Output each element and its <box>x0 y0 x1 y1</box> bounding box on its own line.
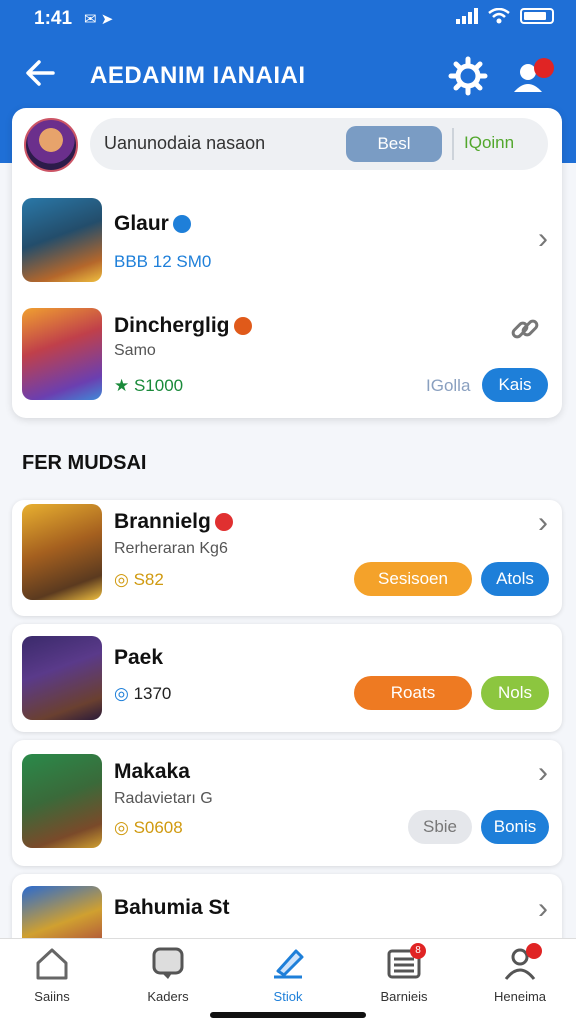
list-icon: 8 <box>384 943 426 981</box>
section-title: FER MUDSAI <box>22 452 147 474</box>
nav-item-list[interactable]: 8 Barnieis <box>356 943 452 1011</box>
game-icon <box>22 636 102 720</box>
battery-icon <box>520 8 554 24</box>
settings-button[interactable] <box>448 56 488 96</box>
wifi-icon <box>488 8 510 24</box>
app-name: Bahumia St <box>114 896 230 919</box>
app-name: Glaur <box>114 212 191 236</box>
app-meta: ★ S1000 <box>114 376 184 395</box>
nav-label: Saiins <box>34 989 70 1004</box>
nav-label: Barnieis <box>380 989 428 1004</box>
chevron-right-icon[interactable]: › <box>538 506 548 540</box>
action-button[interactable]: Kais <box>482 368 548 402</box>
home-indicator <box>210 1012 366 1018</box>
app-name: Dincherglig <box>114 314 252 338</box>
nav-label: Heneima <box>493 989 547 1004</box>
user-alert-icon <box>514 58 554 92</box>
featured-card: Uanunodaia nasaon Besl IQoinn Glaur BBB … <box>12 108 562 418</box>
app-meta: ◎ S0608 <box>114 818 183 837</box>
avatar[interactable] <box>24 118 78 172</box>
arrow-left-icon <box>26 60 55 86</box>
game-icon <box>22 504 102 600</box>
chat-icon <box>148 945 188 981</box>
pencil-icon <box>268 945 308 981</box>
search-input[interactable]: Uanunodaia nasaon <box>104 133 265 154</box>
app-meta: ◎ 1370 <box>114 684 172 703</box>
nav-item-profile[interactable]: Heneima <box>472 943 568 1011</box>
login-link[interactable]: IQoinn <box>464 133 514 153</box>
status-time: 1:41 <box>34 8 73 29</box>
nav-item-chat[interactable]: Kaders <box>120 945 216 1011</box>
coin-icon: ◎ <box>114 684 134 703</box>
primary-action-button[interactable]: Roats <box>354 676 472 710</box>
list-item[interactable]: Brannielg Rerheraran Kg6 ◎ S82 › Sesisoe… <box>12 500 562 616</box>
status-bar: 1:41 ✉ ➤ <box>0 0 576 38</box>
nav-item-stick[interactable]: Stiok <box>240 945 336 1011</box>
app-subtitle: Rerheraran Kg6 <box>114 540 228 557</box>
game-icon <box>22 754 102 848</box>
notification-badge <box>526 943 542 959</box>
chevron-right-icon[interactable]: › <box>538 756 548 790</box>
chevron-right-icon[interactable]: › <box>538 222 548 256</box>
chevron-right-icon[interactable]: › <box>538 892 548 926</box>
app-meta: BBB 12 SM0 <box>114 252 212 271</box>
status-right-icons <box>456 8 554 24</box>
nav-label: Stiok <box>273 989 303 1004</box>
secondary-action-button[interactable]: Nols <box>481 676 549 710</box>
app-subtitle: Radavietarı G <box>114 790 213 807</box>
notification-badge: 8 <box>410 943 426 959</box>
hot-icon <box>214 513 233 532</box>
app-meta: ◎ S82 <box>114 570 164 589</box>
back-button[interactable] <box>20 56 60 96</box>
nav-label: Kaders <box>147 989 189 1004</box>
nav-item-home[interactable]: Saiins <box>4 945 100 1011</box>
coin-icon: ◎ <box>114 570 134 589</box>
app-name: Makaka <box>114 760 190 783</box>
secondary-action-button[interactable]: Bonis <box>481 810 549 844</box>
app-name: Brannielg <box>114 510 233 534</box>
search-bar: Uanunodaia nasaon Besl IQoinn <box>90 118 548 170</box>
notification-icons: ✉ ➤ <box>84 11 114 28</box>
search-divider <box>452 128 454 160</box>
home-icon <box>32 945 72 981</box>
list-item[interactable]: Paek ◎ 1370 Roats Nols <box>12 624 562 732</box>
verified-icon <box>172 215 191 234</box>
list-item[interactable]: Dincherglig Samo ★ S1000 IGolla Kais <box>12 302 562 402</box>
primary-action-button[interactable]: Sbie <box>408 810 472 844</box>
signal-icon <box>456 8 478 24</box>
primary-action-button[interactable]: Sesisoen <box>354 562 472 596</box>
app-name: Paek <box>114 646 164 669</box>
search-button[interactable]: Besl <box>346 126 442 162</box>
link-icon[interactable] <box>508 312 542 346</box>
hot-icon <box>233 317 252 336</box>
secondary-action-button[interactable]: Atols <box>481 562 549 596</box>
secondary-link[interactable]: IGolla <box>426 376 470 396</box>
game-icon <box>22 198 102 282</box>
page-title: AEDANIM IANAIAI <box>90 62 306 89</box>
coin-icon: ◎ <box>114 818 134 837</box>
list-item[interactable]: Glaur BBB 12 SM0 › <box>12 192 562 292</box>
profile-button[interactable] <box>510 54 558 98</box>
person-icon <box>500 943 542 981</box>
app-subtitle: Samo <box>114 342 156 359</box>
gear-icon <box>448 56 488 96</box>
list-item[interactable]: Makaka Radavietarı G ◎ S0608 › Sbie Boni… <box>12 740 562 866</box>
game-icon <box>22 308 102 400</box>
